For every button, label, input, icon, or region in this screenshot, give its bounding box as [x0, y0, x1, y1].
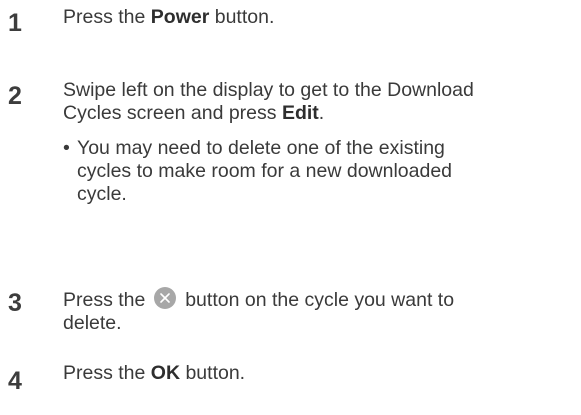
- step-number-4: 4: [8, 367, 22, 395]
- step-number-1: 1: [8, 9, 22, 37]
- step-2-line-2: Cycles screen and press Edit.: [63, 102, 578, 125]
- step-2-text: Swipe left on the display to get to the …: [63, 79, 578, 125]
- bullet: •: [63, 137, 70, 159]
- step-4-text: Press the OK button.: [63, 362, 578, 385]
- step-number-2: 2: [8, 82, 22, 110]
- step-4-pre: Press the: [63, 362, 151, 384]
- step-3-pre: Press the: [63, 289, 151, 311]
- step-4-post: button.: [180, 362, 246, 384]
- step-2-line-2-post: .: [318, 102, 325, 124]
- step-3-line-2: delete.: [63, 312, 122, 334]
- step-3-text: Press the button on the cycle you want t…: [63, 287, 578, 335]
- step-3-post: button on the cycle you want to: [179, 289, 455, 311]
- note-line-3: cycle.: [77, 183, 127, 205]
- step-1-text: Press the Power button.: [63, 6, 578, 29]
- close-x-circle-icon: [153, 287, 176, 309]
- step-1-pre: Press the: [63, 6, 151, 28]
- note-line-1: • You may need to delete one of the exist…: [63, 137, 568, 160]
- note-line-2: cycles to make room for a new downloaded: [77, 160, 453, 182]
- step-3-line-1: Press the button on the cycle you want t…: [63, 287, 578, 312]
- step-1-post: button.: [209, 6, 275, 28]
- step-2-note: • You may need to delete one of the exist…: [63, 137, 568, 206]
- step-2-line-1: Swipe left on the display to get to the …: [63, 79, 474, 101]
- step-number-3: 3: [8, 289, 22, 317]
- step-2-line-2-pre: Cycles screen and press: [63, 102, 282, 124]
- ok-label: OK: [150, 362, 181, 384]
- note-text-1: You may need to delete one of the existi…: [77, 137, 445, 159]
- edit-label: Edit: [281, 102, 319, 124]
- power-label: Power: [150, 6, 210, 28]
